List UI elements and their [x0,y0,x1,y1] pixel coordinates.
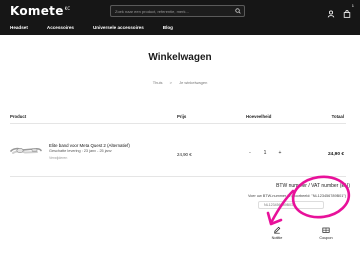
cart-table-header: Product Prijs Hoeveelheid Totaal [10,114,346,124]
column-header-product: Product [10,114,27,119]
quantity-stepper: - 1 + [245,148,285,158]
page-title: Winkelwagen [148,52,212,63]
quantity-decrease-button[interactable]: - [245,150,255,156]
main-nav: Headset Accessoires Universele accessoir… [10,25,192,30]
cart-row: Elite band voor Meta Quest 2 (Alternatie… [10,130,346,177]
coupon-label: Coupon [319,236,333,240]
cart-button[interactable]: 1 [343,3,354,18]
vat-number-input[interactable] [258,201,324,209]
logo-superscript: KC [64,6,71,11]
shopping-bag-icon [343,10,351,18]
logo-text: Komete [10,4,64,18]
cart-extra-actions: Notitie Coupon [262,226,352,250]
remove-link[interactable]: Verwijderen [49,156,67,160]
column-header-total: Totaal [331,114,344,119]
note-button[interactable]: Notitie [262,226,292,240]
header-icons: 1 [327,3,354,18]
breadcrumb-separator: > [169,80,172,85]
user-icon [327,10,335,18]
nav-item-blog[interactable]: Blog [163,25,173,30]
product-price: 24,90 € [177,152,192,157]
annotation-arrowhead [266,211,283,226]
coupon-ticket-icon [322,227,330,233]
breadcrumb: Thuis > Je winkelwagen [0,80,360,85]
nav-item-accessoires[interactable]: Accessoires [47,25,74,30]
note-label: Notitie [271,236,283,240]
breadcrumb-home-link[interactable]: Thuis [153,80,163,85]
annotation-overlay [266,175,351,226]
quantity-increase-button[interactable]: + [275,150,285,156]
quantity-value[interactable]: 1 [260,150,270,156]
vat-hint: Voer uw BTW-nummer in (voorbeeld: "NL123… [247,194,346,198]
logo[interactable]: KometeKC [10,4,70,18]
coupon-button[interactable]: Coupon [311,226,341,240]
search-icon[interactable] [235,8,241,14]
search-bar [110,5,245,17]
cart-count-badge: 1 [351,3,354,8]
account-button[interactable] [327,5,335,18]
pencil-icon [274,226,281,234]
line-total: 24,90 € [327,152,344,157]
breadcrumb-current: Je winkelwagen [179,80,208,85]
product-image[interactable] [10,143,42,157]
column-header-quantity: Hoeveelheid [246,114,272,119]
vat-title: BTW nummer / VAT number (EU) [276,183,350,189]
top-header: KometeKC 1 Headset Accessoires Universel… [0,0,360,35]
nav-item-universele-accessoires[interactable]: Universele accessoires [93,25,144,30]
nav-item-headset[interactable]: Headset [10,25,28,30]
column-header-price: Prijs [177,114,187,119]
product-name-link[interactable]: Elite band voor Meta Quest 2 (Alternatie… [49,143,130,148]
search-input[interactable] [111,6,229,16]
product-shipping-estimate: Geschatte levering : 23 janv - 25 janv [49,149,112,153]
